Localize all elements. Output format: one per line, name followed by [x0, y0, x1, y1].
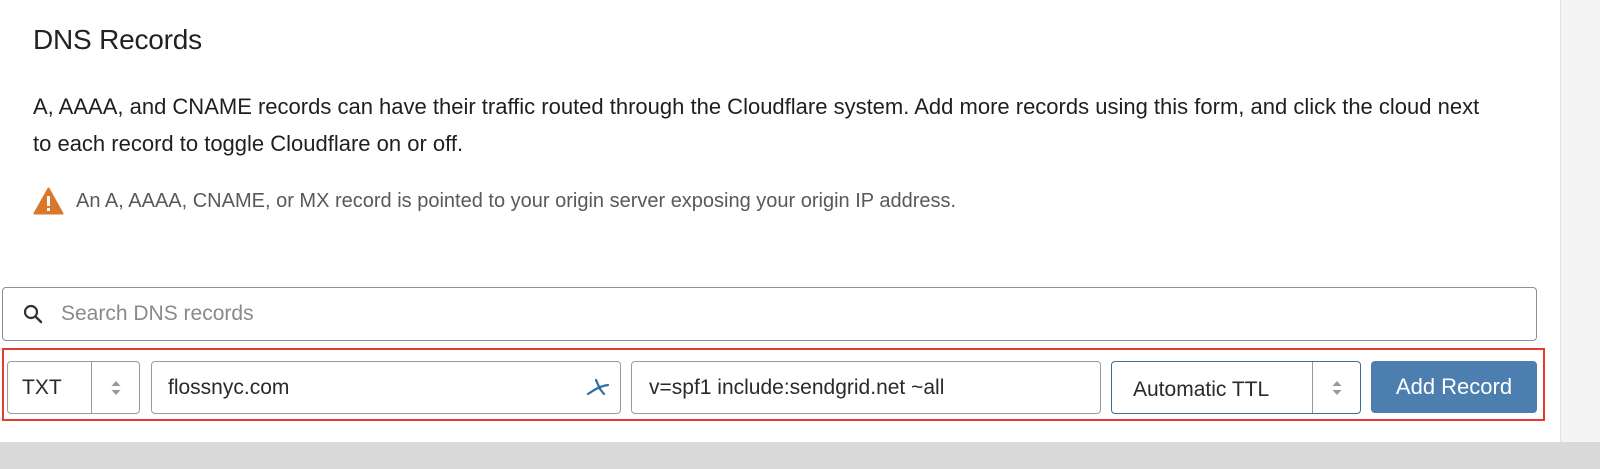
dns-records-card: DNS Records A, AAAA, and CNAME records c…	[0, 0, 1560, 442]
chevron-up-down-icon	[91, 362, 139, 413]
add-record-button[interactable]: Add Record	[1371, 361, 1537, 413]
chevron-up-down-icon	[1312, 362, 1360, 413]
search-dns-records[interactable]	[2, 287, 1537, 341]
record-type-value: TXT	[22, 375, 62, 399]
record-type-select[interactable]: TXT	[7, 361, 140, 414]
scrollbar-track[interactable]	[1560, 0, 1600, 442]
search-icon	[23, 304, 43, 324]
record-content-field[interactable]: v=spf1 include:sendgrid.net ~all	[631, 361, 1101, 414]
ttl-value: Automatic TTL	[1133, 377, 1270, 401]
ttl-select[interactable]: Automatic TTL	[1111, 361, 1361, 414]
search-input[interactable]	[59, 301, 1463, 327]
section-description: A, AAAA, and CNAME records can have thei…	[33, 94, 1480, 156]
page-title: DNS Records	[33, 24, 202, 55]
warning-triangle-icon	[33, 187, 64, 215]
warning-text: An A, AAAA, CNAME, or MX record is point…	[76, 189, 957, 212]
origin-exposure-warning: An A, AAAA, CNAME, or MX record is point…	[33, 186, 956, 216]
record-name-field[interactable]: flossnyc.com	[151, 361, 621, 414]
record-content-value: v=spf1 include:sendgrid.net ~all	[649, 375, 945, 399]
record-name-value: flossnyc.com	[168, 375, 290, 399]
autofill-icon[interactable]	[584, 374, 612, 400]
